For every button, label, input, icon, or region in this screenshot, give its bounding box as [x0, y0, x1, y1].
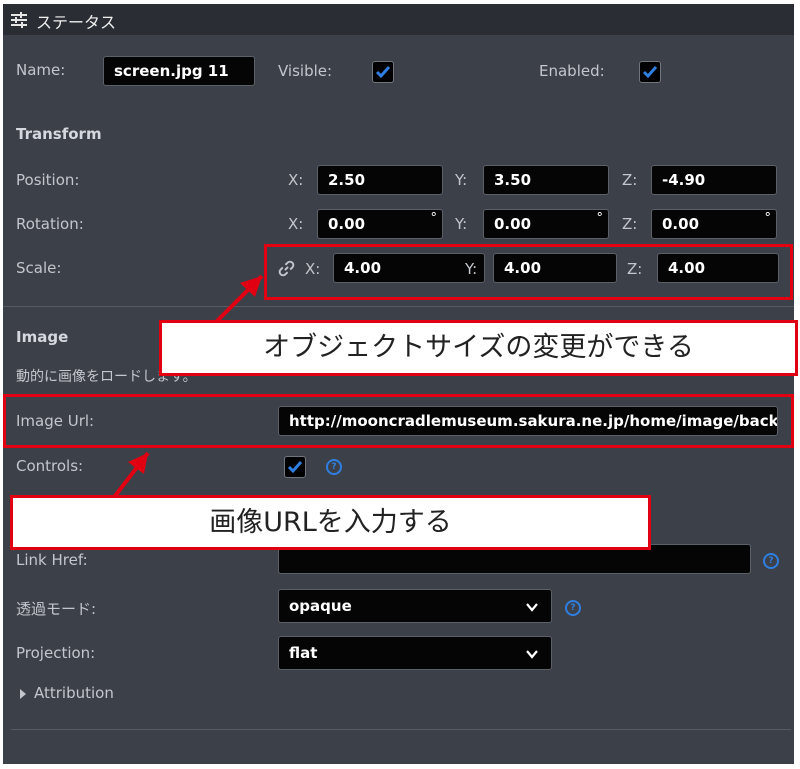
url-callout: 画像URLを入力する: [10, 495, 651, 550]
annotation-arrows: [113, 274, 264, 498]
scale-callout: オブジェクトサイズの変更ができる: [159, 320, 798, 376]
url-arrow-head: [128, 453, 148, 474]
